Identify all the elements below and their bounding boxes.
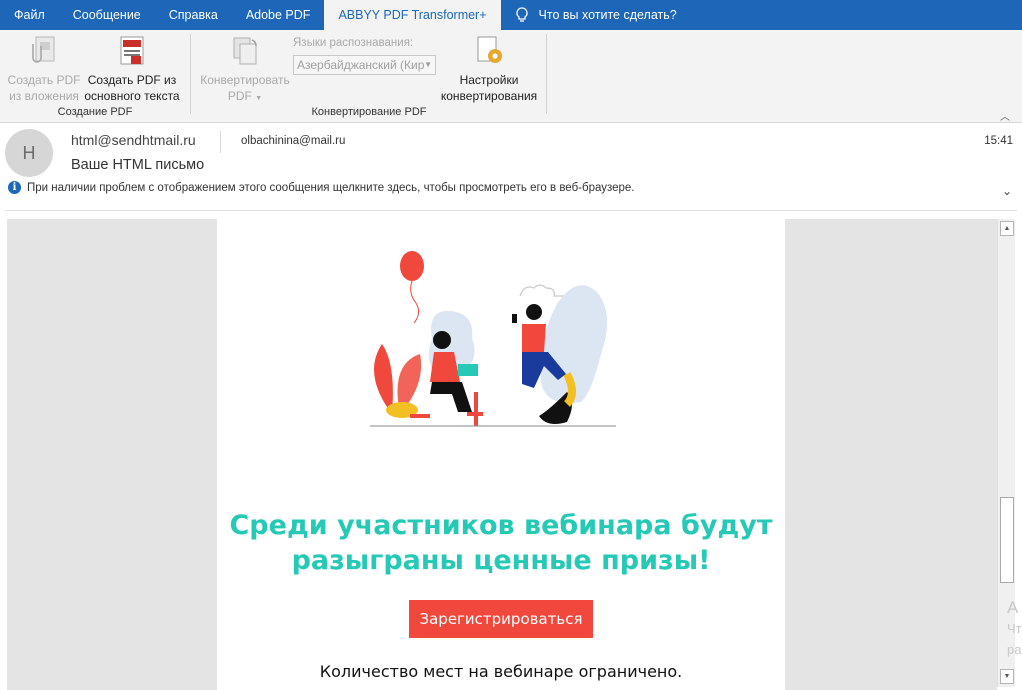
create-pdf-text-line1: Создать PDF из [87, 73, 177, 87]
text-pdf-icon [120, 36, 144, 65]
chevron-down-icon: ▼ [255, 95, 263, 102]
info-icon: i [8, 181, 21, 194]
info-bar-text: При наличии проблем с отображением этого… [27, 181, 635, 194]
convert-icon [233, 37, 257, 65]
recognition-language-value: Азербайджанский (Кир [297, 58, 425, 72]
webinar-illustration [370, 251, 616, 427]
clipped-side-text: А Чт ра [1007, 597, 1022, 660]
conversion-settings-button[interactable]: Настройки конвертирования [438, 34, 540, 104]
collapse-ribbon-icon[interactable]: ︿ [1000, 108, 1010, 123]
tell-me-box[interactable]: Что вы хотите сделать? [515, 7, 677, 23]
create-pdf-from-attachment-button[interactable]: Создать PDF из вложения [6, 34, 82, 104]
promo-headline-line1: Среди участников вебинара будут [229, 510, 773, 541]
clipped-text-2: Чт [1007, 621, 1022, 636]
convert-pdf-button[interactable]: Конвертировать PDF ▼ [196, 34, 294, 107]
settings-line2: конвертирования [440, 89, 538, 103]
group-convert-pdf-label: Конвертирование PDF [311, 106, 427, 118]
tab-message[interactable]: Сообщение [59, 0, 155, 30]
header-divider-line [5, 210, 1017, 211]
tell-me-label: Что вы хотите сделать? [538, 8, 677, 22]
limited-seats-note: Количество мест на вебинаре ограничено. [319, 662, 683, 681]
clipped-text-3: ра [1007, 642, 1022, 657]
info-bar[interactable]: i При наличии проблем с отображением это… [8, 181, 635, 194]
email-right-margin [785, 219, 997, 690]
promo-headline: Среди участников вебинара будут разыгран… [217, 508, 785, 578]
attachment-pdf-icon [32, 36, 55, 63]
promo-headline-line2: разыграны ценные призы! [291, 545, 711, 576]
ribbon: Создать PDF из вложения Создать PDF из о… [0, 30, 1022, 123]
chevron-down-icon: ▼ [424, 60, 432, 69]
sender-address[interactable]: html@sendhtmail.ru [71, 132, 196, 148]
scroll-up-arrow-icon[interactable]: ▲ [1000, 221, 1014, 236]
settings-gear-icon [477, 36, 502, 63]
ribbon-tabbar: Файл Сообщение Справка Adobe PDF ABBYY P… [0, 0, 1022, 30]
group-create-pdf-label: Создание PDF [57, 106, 133, 118]
recipient-address[interactable]: olbachinina@mail.ru [241, 135, 345, 147]
email-left-margin [7, 219, 217, 690]
sender-avatar: H [5, 129, 53, 177]
tab-file[interactable]: Файл [0, 0, 59, 30]
recognition-languages-label: Языки распознавания: [293, 37, 414, 49]
create-pdf-attachment-line1: Создать PDF [7, 73, 81, 87]
header-divider [220, 131, 221, 153]
register-button[interactable]: Зарегистрироваться [409, 600, 593, 638]
tab-abbyy[interactable]: ABBYY PDF Transformer+ [324, 0, 501, 30]
tab-help[interactable]: Справка [155, 0, 232, 30]
message-time: 15:41 [984, 135, 1013, 147]
group-separator [190, 34, 191, 114]
scroll-down-arrow-icon[interactable]: ▼ [1000, 669, 1014, 684]
convert-line2: PDF ▼ [227, 89, 263, 103]
lightbulb-icon [515, 7, 528, 22]
settings-line1: Настройки [459, 73, 519, 87]
clipped-text-1: А [1007, 598, 1019, 617]
create-pdf-from-text-button[interactable]: Создать PDF из основного текста [82, 34, 182, 104]
tab-adobe-pdf[interactable]: Adobe PDF [232, 0, 325, 30]
expand-header-chevron-icon[interactable]: ⌄ [1002, 184, 1012, 198]
scrollbar-thumb[interactable] [1000, 497, 1014, 583]
create-pdf-attachment-line2: из вложения [9, 89, 79, 103]
email-content: Среди участников вебинара будут разыгран… [217, 219, 785, 690]
recognition-language-select[interactable]: Азербайджанский (Кир ▼ [293, 55, 436, 75]
convert-line1: Конвертировать [200, 73, 290, 87]
message-subject: Ваше HTML письмо [71, 157, 205, 173]
group-separator [546, 34, 547, 114]
create-pdf-text-line2: основного текста [84, 89, 180, 103]
